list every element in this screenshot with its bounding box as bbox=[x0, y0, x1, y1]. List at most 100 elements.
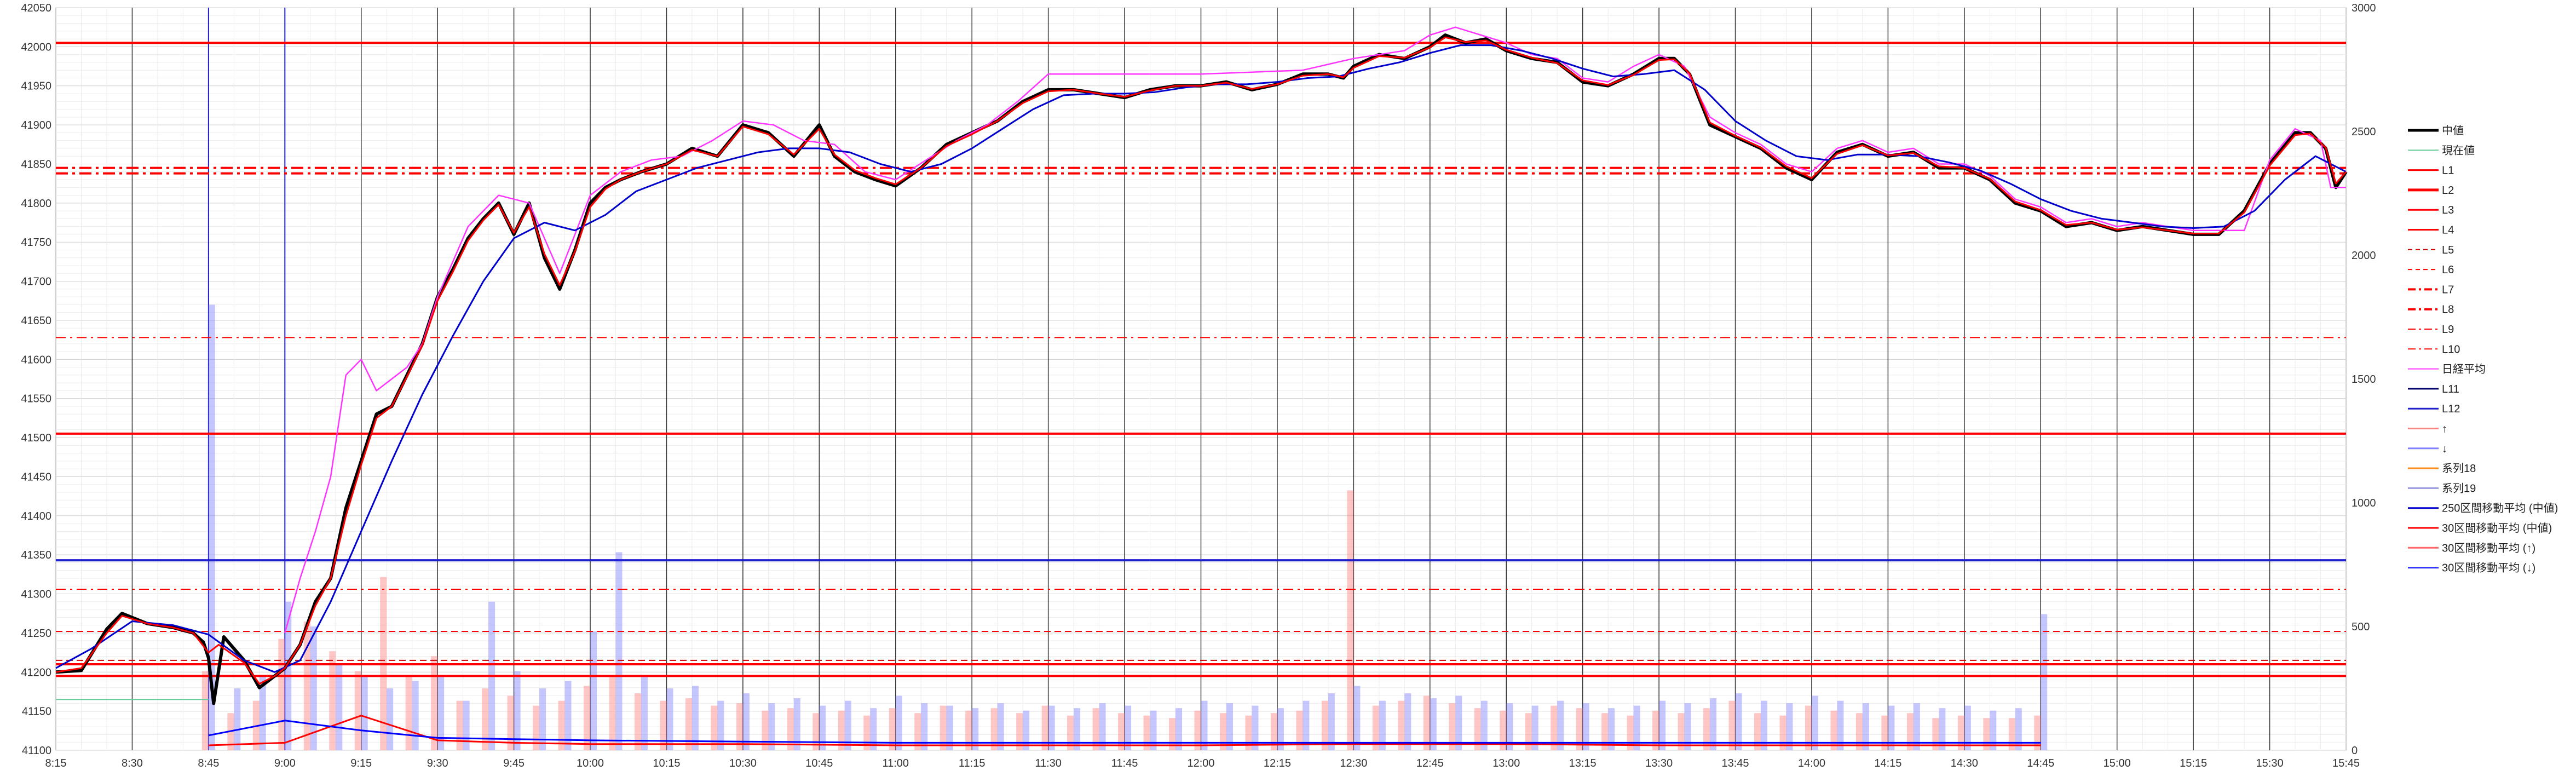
legend-label: L12 bbox=[2442, 403, 2460, 415]
x-tick-label: 11:00 bbox=[882, 757, 909, 769]
volume-bar bbox=[1175, 708, 1183, 750]
volume-bar bbox=[201, 671, 209, 750]
legend-label: L9 bbox=[2442, 324, 2454, 336]
volume-bar bbox=[1353, 686, 1361, 750]
y-tick-label: 41150 bbox=[22, 706, 51, 718]
volume-bar bbox=[482, 688, 489, 750]
volume-bar bbox=[278, 639, 285, 750]
x-tick-label: 9:45 bbox=[503, 757, 525, 769]
y-tick-label: 41450 bbox=[21, 471, 51, 483]
y-tick-label: 41950 bbox=[21, 81, 51, 93]
volume-bar bbox=[1830, 710, 1837, 750]
volume-bar bbox=[539, 688, 546, 750]
x-tick-label: 12:00 bbox=[1187, 757, 1214, 769]
volume-bar bbox=[736, 703, 743, 750]
legend-label: L2 bbox=[2442, 185, 2454, 197]
legend-label: L11 bbox=[2442, 383, 2459, 395]
y-tick-label: 41300 bbox=[21, 589, 51, 601]
volume-bar bbox=[1608, 708, 1615, 750]
volume-bar bbox=[609, 676, 616, 750]
x-tick-label: 8:30 bbox=[122, 757, 143, 769]
legend-label: 30区間移動平均 (↓) bbox=[2442, 562, 2535, 574]
y-tick-label: 41350 bbox=[21, 549, 51, 561]
volume-bar bbox=[615, 552, 623, 750]
y-tick-label: 41700 bbox=[21, 276, 51, 288]
x-tick-label: 11:45 bbox=[1111, 757, 1138, 769]
volume-bar bbox=[768, 703, 775, 750]
volume-bar bbox=[463, 700, 470, 750]
y2-tick-label: 0 bbox=[2352, 745, 2358, 757]
legend: 中値現在値 L1 L2 L3 L4 L5 L6 L7 L8 L9 L10 日経平均 L11 L12 ↑ ↓ 系列… bbox=[2408, 124, 2558, 574]
x-tick-label: 12:30 bbox=[1340, 757, 1367, 769]
x-tick-label: 14:00 bbox=[1798, 757, 1825, 769]
x-tick-label: 11:30 bbox=[1035, 757, 1062, 769]
x-tick-label: 15:00 bbox=[2104, 757, 2131, 769]
legend-label: L8 bbox=[2442, 304, 2454, 316]
legend-label: 系列19 bbox=[2442, 482, 2476, 495]
y-tick-label: 41500 bbox=[21, 432, 51, 444]
volume-bar bbox=[1652, 710, 1659, 750]
price-volume-chart: 41100 41150 41200 41250 41300 41350 41400 41450… bbox=[0, 0, 2576, 782]
volume-bar bbox=[431, 656, 438, 750]
x-tick-label: 14:15 bbox=[1874, 757, 1901, 769]
x-tick-label: 13:45 bbox=[1722, 757, 1749, 769]
volume-bar bbox=[717, 700, 724, 750]
x-tick-label: 12:45 bbox=[1416, 757, 1444, 769]
y-tick-label: 41850 bbox=[21, 158, 51, 170]
x-tick-label: 15:45 bbox=[2332, 757, 2360, 769]
legend-label: 現在値 bbox=[2442, 144, 2475, 157]
volume-bar bbox=[1194, 710, 1201, 750]
volume-bar bbox=[1074, 708, 1081, 750]
legend-label: L5 bbox=[2442, 244, 2454, 256]
legend-label: 日経平均 bbox=[2442, 363, 2486, 376]
x-axis: 8:15 8:30 8:45 9:00 9:15 9:30 9:45 10:00 10:15 10… bbox=[45, 757, 2360, 769]
volume-bar bbox=[634, 693, 641, 750]
x-tick-label: 11:15 bbox=[959, 757, 986, 769]
volume-bar bbox=[660, 700, 667, 750]
x-tick-label: 10:30 bbox=[729, 757, 757, 769]
legend-label: L4 bbox=[2442, 225, 2454, 237]
legend-label: 中値 bbox=[2442, 124, 2464, 137]
x-tick-label: 9:15 bbox=[350, 757, 372, 769]
x-tick-label: 10:45 bbox=[805, 757, 833, 769]
volume-bar bbox=[456, 700, 463, 750]
volume-bar bbox=[1404, 693, 1411, 750]
x-tick-label: 14:30 bbox=[1951, 757, 1978, 769]
y-tick-label: 41650 bbox=[21, 315, 51, 327]
y-tick-label: 41250 bbox=[21, 628, 51, 640]
volume-bar bbox=[437, 676, 445, 750]
volume-bar bbox=[1023, 710, 1030, 750]
chart-svg: 41100 41150 41200 41250 41300 41350 41400 41450… bbox=[21, 2, 2558, 769]
volume-bar bbox=[1990, 710, 1997, 750]
x-tick-label: 8:15 bbox=[45, 757, 67, 769]
legend-label: 30区間移動平均 (↑) bbox=[2442, 542, 2535, 554]
volume-bar bbox=[329, 651, 336, 750]
volume-bar bbox=[972, 708, 979, 750]
volume-bar bbox=[387, 688, 394, 750]
volume-bar bbox=[1347, 490, 1354, 750]
y2-tick-label: 1500 bbox=[2352, 373, 2376, 386]
volume-bar bbox=[412, 681, 419, 750]
x-tick-label: 15:15 bbox=[2180, 757, 2207, 769]
volume-bar bbox=[354, 671, 361, 750]
x-tick-label: 8:45 bbox=[198, 757, 219, 769]
volume-bar bbox=[303, 621, 310, 750]
x-tick-label: 13:30 bbox=[1645, 757, 1673, 769]
x-tick-label: 13:15 bbox=[1569, 757, 1597, 769]
x-tick-label: 9:30 bbox=[427, 757, 448, 769]
volume-bar bbox=[819, 705, 826, 750]
x-tick-label: 10:00 bbox=[577, 757, 604, 769]
x-tick-label: 15:30 bbox=[2256, 757, 2284, 769]
x-tick-label: 12:15 bbox=[1264, 757, 1291, 769]
volume-bar bbox=[1150, 710, 1157, 750]
legend-label: ↑ bbox=[2442, 423, 2447, 435]
legend-label: L10 bbox=[2442, 343, 2460, 355]
volume-bar bbox=[1092, 708, 1099, 750]
volume-bar bbox=[870, 708, 877, 750]
y-tick-label: 41550 bbox=[21, 393, 51, 405]
volume-bar bbox=[1939, 708, 1946, 750]
volume-bar bbox=[361, 676, 368, 750]
volume-bar bbox=[590, 631, 597, 750]
volume-bar bbox=[990, 708, 998, 750]
legend-label: L3 bbox=[2442, 204, 2454, 216]
